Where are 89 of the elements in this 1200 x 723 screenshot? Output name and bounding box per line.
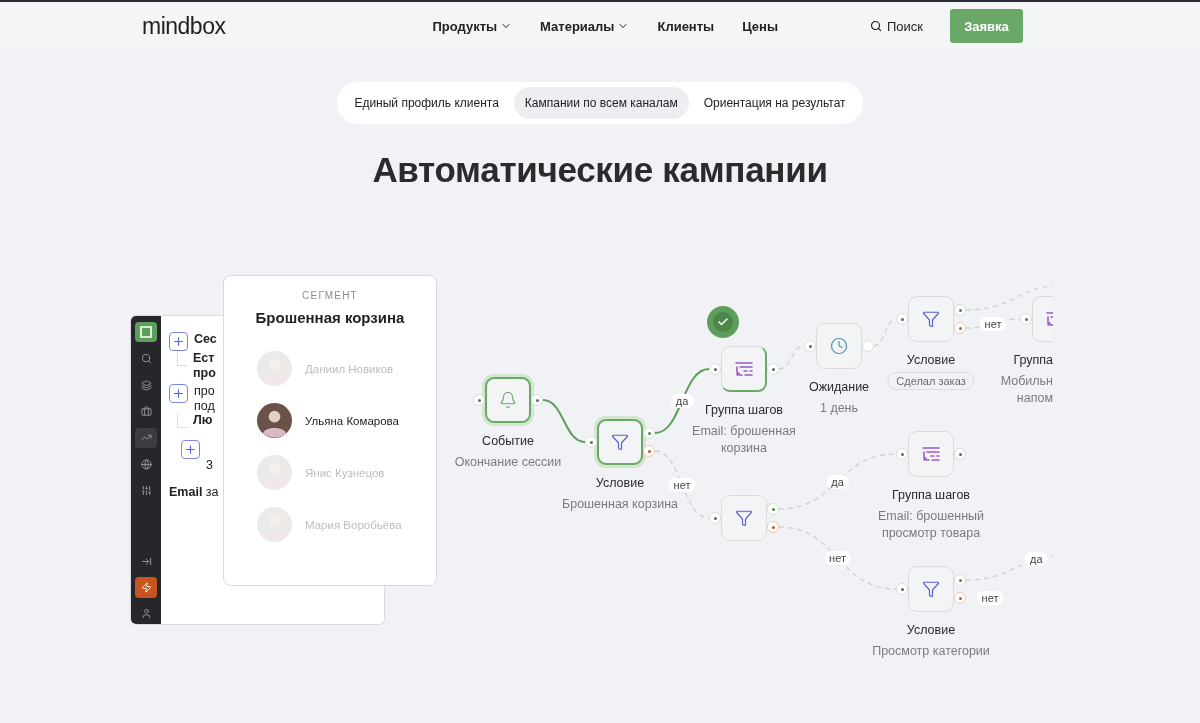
row-text: Лю — [193, 413, 213, 428]
card-label: СЕГМЕНТ — [302, 290, 358, 301]
tab[interactable]: Единый профиль клиента — [343, 87, 510, 119]
row-text: под — [194, 398, 215, 413]
filter-icon — [735, 509, 753, 527]
node-subtitle: Email: брошенный просмотр товара — [877, 508, 985, 542]
row-text: про — [194, 384, 215, 399]
plus-icon — [172, 387, 185, 400]
port-dot[interactable] — [954, 574, 966, 586]
port-dot[interactable] — [896, 583, 908, 595]
node-title: Условие — [906, 353, 956, 367]
port-dot[interactable] — [767, 363, 779, 375]
port-dot[interactable] — [954, 592, 966, 604]
port-dot[interactable] — [896, 313, 908, 325]
filter-icon — [922, 580, 940, 598]
branch-label: нет — [979, 316, 1007, 331]
page-title: Автоматические кампании — [371, 150, 829, 190]
add-button[interactable] — [169, 384, 188, 403]
row-text: Ест — [193, 351, 216, 366]
branch-label: нет — [824, 551, 851, 565]
port-dot[interactable] — [709, 512, 721, 524]
port-dot[interactable] — [709, 363, 721, 375]
node-title: Событие — [482, 434, 534, 448]
add-button[interactable] — [181, 440, 200, 459]
filter-icon — [611, 433, 629, 451]
clock-icon — [830, 337, 848, 355]
sidebar-icon — [140, 608, 152, 620]
search-link[interactable]: Поиск — [869, 18, 923, 34]
row-text: Email за — [169, 484, 219, 499]
nav-link[interactable]: Материалы — [540, 18, 630, 34]
port-dot[interactable] — [1020, 313, 1032, 325]
node-title: Условие — [595, 476, 645, 490]
port-dot[interactable] — [767, 521, 779, 533]
plus-icon — [184, 443, 197, 456]
branch-label: да — [1025, 551, 1048, 566]
port-dot[interactable] — [585, 436, 597, 448]
sidebar-button[interactable] — [135, 577, 157, 598]
node-subtitle: Мобильн напом — [999, 373, 1053, 407]
sidebar-icon — [140, 581, 152, 593]
port-dot[interactable] — [643, 427, 655, 439]
branch-label: нет — [668, 477, 696, 492]
node-title: Условие — [906, 623, 956, 637]
card-title: Брошенная корзина — [255, 309, 405, 326]
add-button[interactable] — [169, 332, 188, 351]
port-dot[interactable] — [862, 340, 874, 352]
sidebar-icon — [140, 555, 152, 567]
sidebar-icon — [140, 458, 152, 470]
node-title: Группа шагов — [705, 403, 783, 417]
port-dot[interactable] — [896, 448, 908, 460]
port-dot[interactable] — [954, 304, 966, 316]
bell-icon — [499, 391, 517, 409]
step-node[interactable] — [597, 419, 643, 465]
node-title: Группа — [1013, 353, 1053, 367]
step-node[interactable] — [485, 377, 531, 423]
app-logo-icon[interactable] — [135, 322, 157, 343]
search-icon — [869, 20, 882, 32]
list-icon — [921, 446, 941, 462]
tab[interactable]: Кампании по всем каналам — [513, 87, 689, 119]
nav-link[interactable]: Продукты — [432, 18, 513, 34]
tab[interactable]: Ориентация на результат — [692, 87, 857, 119]
node-subtitle: Окончание сессии — [453, 454, 563, 471]
node-title: Ожидание — [808, 380, 870, 394]
filter-icon — [922, 310, 940, 328]
sidebar-icon — [140, 379, 152, 391]
nav-link[interactable]: Цены — [742, 18, 779, 34]
row-text: 3 — [206, 458, 213, 473]
port-dot[interactable] — [767, 503, 779, 515]
logo[interactable]: mindbox — [142, 12, 226, 40]
node-title: Группа шагов — [892, 488, 970, 502]
port-dot[interactable] — [804, 340, 816, 352]
node-subtitle: Просмотр категории — [871, 643, 991, 660]
branch-label: нет — [976, 591, 1004, 605]
sidebar-icon — [140, 353, 152, 365]
node-subtitle: Email: брошенная корзина — [691, 423, 797, 457]
row-text: про — [193, 365, 216, 380]
port-dot[interactable] — [954, 322, 966, 334]
nav-link[interactable]: Клиенты — [657, 18, 715, 34]
sidebar-icon — [140, 405, 152, 417]
sidebar-icon — [140, 485, 152, 497]
port-dot[interactable] — [473, 394, 485, 406]
node-subtitle: Брошенная корзина — [561, 496, 679, 513]
list-icon — [733, 360, 754, 377]
row-text: Сес — [194, 332, 217, 347]
branch-label: да — [670, 394, 694, 408]
port-dot[interactable] — [954, 448, 966, 460]
branch-label: да — [826, 474, 849, 489]
plus-icon — [172, 335, 185, 348]
person-name[interactable]: Ульяна Комарова — [305, 414, 399, 427]
check-icon — [717, 316, 729, 328]
